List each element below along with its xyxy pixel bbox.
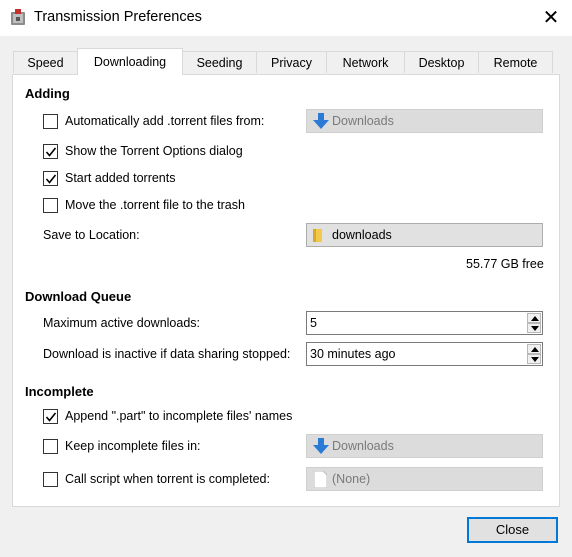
keep-incomplete-folder-button[interactable]: Downloads (306, 434, 543, 458)
call-script-checkbox[interactable] (43, 472, 58, 487)
save-location-folder-name: downloads (332, 228, 392, 242)
download-queue-heading: Download Queue (25, 289, 132, 304)
spin-arrows (527, 313, 541, 333)
file-icon (313, 470, 328, 491)
checkmark-icon (45, 174, 57, 184)
close-button[interactable]: Close (467, 517, 558, 543)
checkmark-icon (45, 147, 57, 157)
spin-down-button[interactable] (527, 323, 541, 333)
checkmark-icon (45, 412, 57, 422)
max-active-value: 5 (310, 316, 317, 330)
auto-add-folder-button[interactable]: Downloads (306, 109, 543, 133)
folder-icon (313, 228, 327, 246)
panel-content: Adding Automatically add .torrent files … (0, 0, 572, 557)
inactive-spinbox[interactable]: 30 minutes ago (306, 342, 543, 366)
arrow-up-icon (531, 347, 539, 352)
move-to-trash-label: Move the .torrent file to the trash (65, 198, 245, 212)
spin-arrows (527, 344, 541, 364)
call-script-file-name: (None) (332, 472, 371, 486)
incomplete-heading: Incomplete (25, 384, 94, 399)
adding-heading: Adding (25, 86, 70, 101)
keep-incomplete-label: Keep incomplete files in: (65, 439, 201, 453)
spin-up-button[interactable] (527, 344, 541, 354)
free-space-text: 55.77 GB free (466, 257, 544, 271)
max-active-label: Maximum active downloads: (43, 316, 201, 330)
arrow-up-icon (531, 316, 539, 321)
spin-down-button[interactable] (527, 354, 541, 364)
download-arrow-icon (313, 113, 329, 133)
inactive-label: Download is inactive if data sharing sto… (43, 347, 291, 361)
spin-up-button[interactable] (527, 313, 541, 323)
keep-incomplete-folder-name: Downloads (332, 439, 394, 453)
auto-add-label: Automatically add .torrent files from: (65, 114, 265, 128)
move-to-trash-checkbox[interactable] (43, 198, 58, 213)
save-location-button[interactable]: downloads (306, 223, 543, 247)
max-active-spinbox[interactable]: 5 (306, 311, 543, 335)
download-arrow-icon (313, 438, 329, 458)
start-added-label: Start added torrents (65, 171, 176, 185)
arrow-down-icon (531, 326, 539, 331)
show-options-checkbox[interactable] (43, 144, 58, 159)
call-script-file-button[interactable]: (None) (306, 467, 543, 491)
append-part-label: Append ".part" to incomplete files' name… (65, 409, 293, 423)
start-added-checkbox[interactable] (43, 171, 58, 186)
save-location-label: Save to Location: (43, 228, 140, 242)
show-options-label: Show the Torrent Options dialog (65, 144, 243, 158)
inactive-value: 30 minutes ago (310, 347, 396, 361)
auto-add-checkbox[interactable] (43, 114, 58, 129)
call-script-label: Call script when torrent is completed: (65, 472, 270, 486)
arrow-down-icon (531, 357, 539, 362)
append-part-checkbox[interactable] (43, 409, 58, 424)
keep-incomplete-checkbox[interactable] (43, 439, 58, 454)
auto-add-folder-name: Downloads (332, 114, 394, 128)
